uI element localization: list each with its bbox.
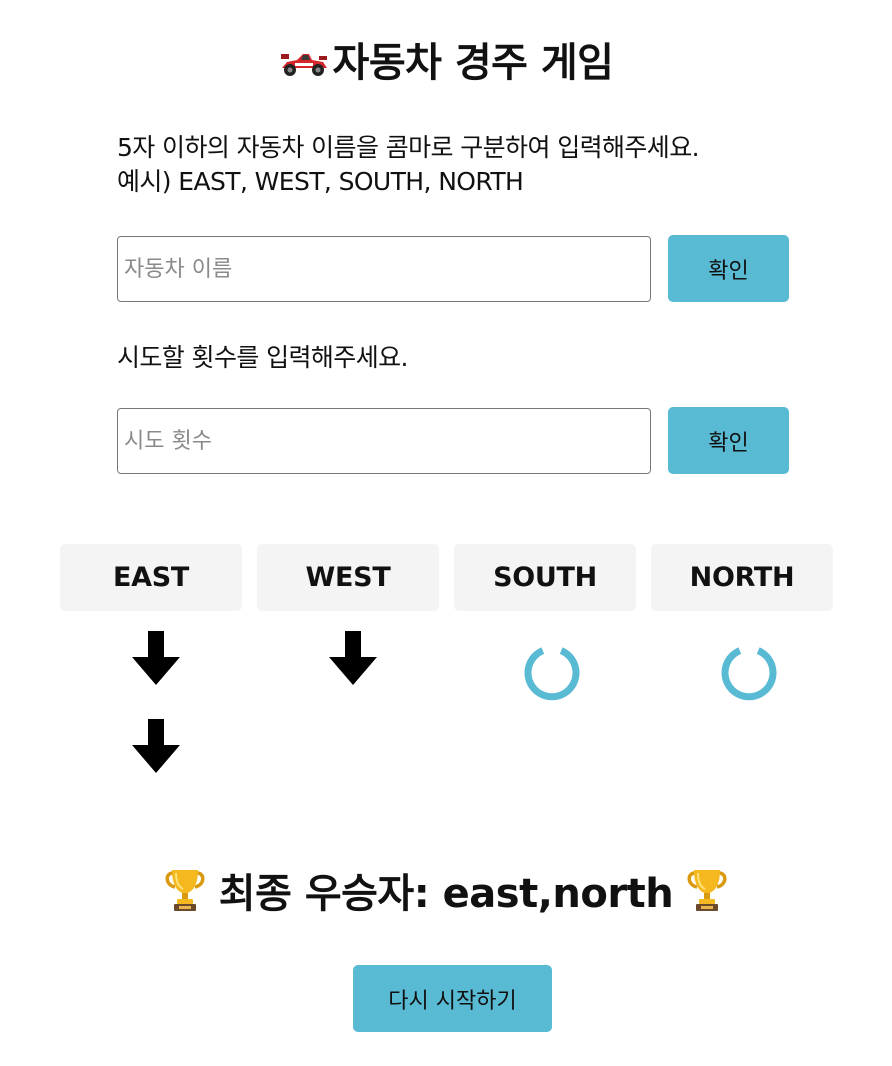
arrow-down-icon xyxy=(130,631,182,687)
spinner-icon xyxy=(721,647,777,701)
trophy-icon xyxy=(685,867,729,913)
car-names-input[interactable] xyxy=(117,236,651,302)
final-winner-names: east,north xyxy=(442,871,674,917)
final-winner-label: 최종 우승자: xyxy=(218,871,430,917)
car-name-south: SOUTH xyxy=(454,544,636,611)
arrow-down-icon xyxy=(327,631,379,687)
try-count-instruction: 시도할 횟수를 입력해주세요. xyxy=(117,343,408,372)
race-track-east: EAST xyxy=(60,544,242,611)
trophy-icon xyxy=(163,867,207,913)
final-winner: 최종 우승자: east,north xyxy=(0,866,892,922)
page-title-text: 자동차 경주 게임 xyxy=(332,40,614,86)
try-count-confirm-button[interactable]: 확인 xyxy=(668,407,789,474)
car-names-example: 예시) EAST, WEST, SOUTH, NORTH xyxy=(117,167,524,196)
try-count-input[interactable] xyxy=(117,408,651,474)
arrow-down-icon xyxy=(130,719,182,775)
car-names-confirm-button[interactable]: 확인 xyxy=(668,235,789,302)
spinner-icon xyxy=(524,647,580,701)
page-title: 자동차 경주 게임 xyxy=(0,38,892,88)
race-track-north: NORTH xyxy=(651,544,833,701)
restart-button[interactable]: 다시 시작하기 xyxy=(353,965,552,1032)
car-names-instruction: 5자 이하의 자동차 이름을 콤마로 구분하여 입력해주세요. 예시) EAST… xyxy=(117,131,700,199)
car-name-north: NORTH xyxy=(651,544,833,611)
race-track-south: SOUTH xyxy=(454,544,636,701)
car-names-instruction-line1: 5자 이하의 자동차 이름을 콤마로 구분하여 입력해주세요. xyxy=(117,133,700,162)
racing-car-icon xyxy=(279,40,329,76)
race-track-west: WEST xyxy=(257,544,439,611)
car-name-west: WEST xyxy=(257,544,439,611)
car-name-east: EAST xyxy=(60,544,242,611)
